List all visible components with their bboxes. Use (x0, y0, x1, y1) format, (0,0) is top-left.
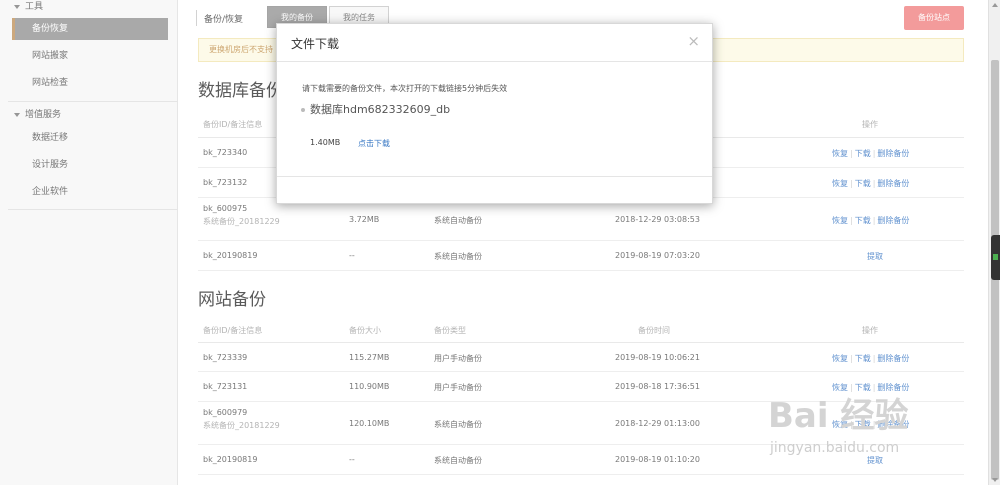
bullet-icon (301, 108, 305, 112)
dialog-title: 文件下载 (291, 37, 340, 51)
dialog-description: 请下载需要的备份文件，本次打开的下载链接5分钟后失效 (302, 84, 508, 93)
scroll-up-icon[interactable] (992, 3, 998, 7)
app-root: 工具 备份恢复 网站搬家 网站检查 增值服务 数据迁移 设计服务 企业软件 备份… (0, 0, 1000, 485)
scroll-down-icon[interactable] (992, 478, 998, 482)
file-download-dialog: 文件下载 × 请下载需要的备份文件，本次打开的下载链接5分钟后失效 数据库hdm… (276, 23, 713, 204)
file-size: 1.40MB (310, 138, 341, 147)
download-link[interactable]: 点击下载 (358, 138, 390, 149)
widget-icon (993, 254, 998, 260)
side-widget-tab[interactable] (991, 235, 1000, 280)
close-icon[interactable]: × (687, 33, 700, 49)
dialog-footer-divider (277, 176, 712, 177)
file-name: 数据库hdm682332609_db (301, 101, 450, 117)
file-name-text: 数据库hdm682332609_db (310, 103, 451, 116)
dialog-header: 文件下载 × (277, 24, 712, 62)
